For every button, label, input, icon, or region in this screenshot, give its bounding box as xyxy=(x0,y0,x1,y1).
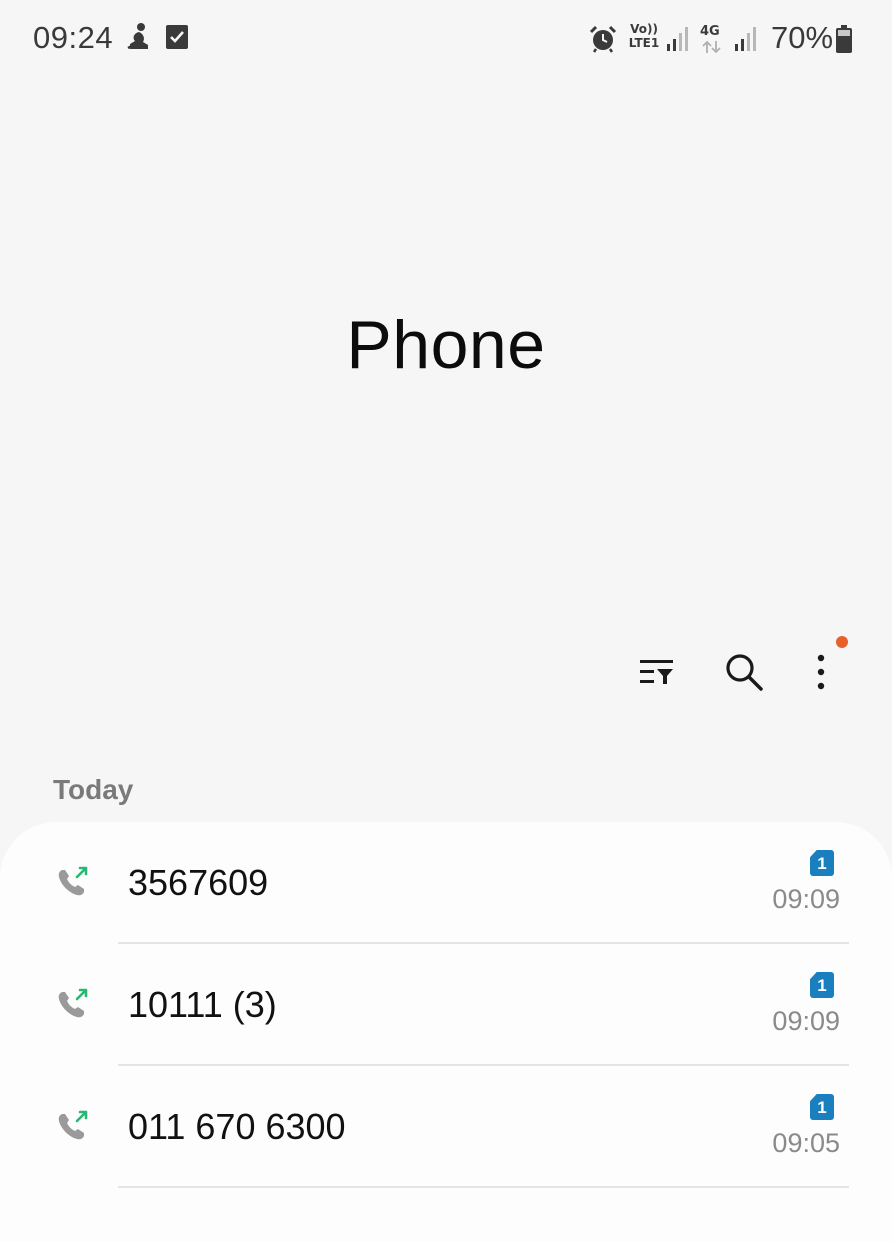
filter-button[interactable] xyxy=(635,652,679,696)
battery-percentage: 70% xyxy=(771,20,834,55)
battery-icon xyxy=(835,24,853,59)
caller-number: 3567609 xyxy=(128,862,269,903)
call-time: 09:05 xyxy=(772,1128,840,1158)
status-bar: 09:24 Vo)) LTE1 4G 70% xyxy=(0,0,892,80)
notification-dot xyxy=(836,636,848,648)
caller-number: 011 670 6300 xyxy=(128,1106,346,1147)
call-log-row[interactable]: 10111 (3) 1 09:09 xyxy=(0,944,892,1066)
network-label: 4G xyxy=(700,24,720,39)
more-options-button[interactable] xyxy=(799,652,843,696)
meditation-icon xyxy=(126,22,152,57)
outgoing-call-icon xyxy=(55,986,91,1022)
call-log-list: 3567609 1 09:09 10111 (3) 1 09:09 011 67… xyxy=(0,822,892,1242)
call-time: 09:09 xyxy=(772,1006,840,1036)
page-title: Phone xyxy=(346,307,546,383)
call-time: 09:09 xyxy=(772,884,840,914)
signal-icon xyxy=(734,26,758,57)
volte-label-top: Vo)) xyxy=(630,22,658,36)
call-log-row[interactable]: 3567609 1 09:09 xyxy=(0,822,892,944)
checkbox-icon xyxy=(165,22,189,55)
sim-badge: 1 xyxy=(810,1094,834,1120)
call-log-row[interactable]: 011 670 6300 1 09:05 xyxy=(0,1066,892,1188)
filter-icon xyxy=(637,654,677,695)
more-options-icon xyxy=(799,650,843,699)
4g-icon: 4G xyxy=(700,24,724,54)
search-icon xyxy=(724,652,764,697)
outgoing-call-icon xyxy=(55,864,91,900)
volte-label-bottom: LTE1 xyxy=(628,36,660,50)
outgoing-call-icon xyxy=(55,1108,91,1144)
alarm-icon xyxy=(588,24,618,59)
signal-icon xyxy=(666,26,690,57)
status-time: 09:24 xyxy=(33,20,114,55)
caller-number: 10111 (3) xyxy=(128,984,277,1025)
sim-badge: 1 xyxy=(810,972,834,998)
divider xyxy=(118,1186,849,1188)
volte-icon: Vo)) LTE1 xyxy=(626,22,662,50)
sim-badge: 1 xyxy=(810,850,834,876)
search-button[interactable] xyxy=(722,652,766,696)
section-label-today: Today xyxy=(53,774,134,805)
